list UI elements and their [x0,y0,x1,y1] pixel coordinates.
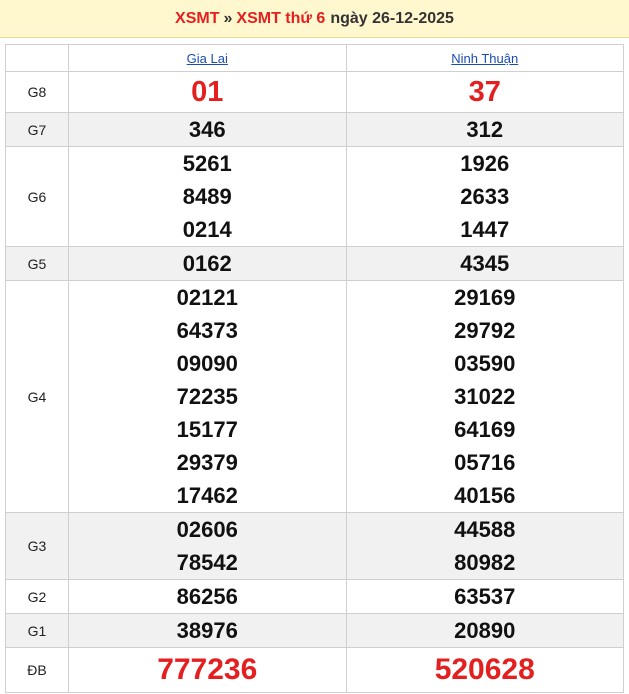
prize-number: 78542 [176,550,238,575]
prize-cell-ninh-thuan: 312 [345,112,624,147]
prize-label: G6 [5,146,69,247]
prize-row-g2: G2 86256 63537 [5,579,624,614]
prize-number: 312 [466,117,504,142]
prize-number: 64169 [454,417,516,442]
prize-number: 02121 [176,285,238,310]
prize-number: 5261 [182,151,232,176]
prize-cell-gia-lai: 38976 [68,613,347,648]
prize-label: G7 [5,112,69,147]
prize-cell-ninh-thuan: 37 [345,71,624,113]
col-header-ninh-thuan: Ninh Thuận [345,44,624,72]
breadcrumb-separator: » [223,9,233,27]
prize-number: 1447 [460,217,510,242]
prize-number: 2633 [460,184,510,209]
prize-number: 20890 [454,618,516,643]
prize-number: 80982 [454,550,516,575]
prize-label: G5 [5,246,69,281]
prize-row-g5: G5 0162 4345 [5,246,624,281]
prize-cell-gia-lai: 346 [68,112,347,147]
prize-number: 29379 [176,450,238,475]
prize-number: 0214 [182,217,232,242]
prize-cell-gia-lai: 01 [68,71,347,113]
prize-number: 63537 [454,584,516,609]
prize-label: G3 [5,512,69,580]
prize-row-g1: G1 38976 20890 [5,613,624,648]
prize-number: 0162 [182,251,232,276]
draw-date: ngày 26-12-2025 [330,9,454,27]
prize-label: G1 [5,613,69,648]
prize-cell-gia-lai: 777236 [68,647,347,693]
prize-cell-gia-lai: 86256 [68,579,347,614]
prize-number: 38976 [176,618,238,643]
prize-number: 17462 [176,483,238,508]
prize-row-db: ĐB 777236 520628 [5,647,624,693]
col-header-gia-lai: Gia Lai [68,44,347,72]
prize-cell-gia-lai: 02121 64373 09090 72235 15177 29379 17462 [68,280,347,513]
prize-cell-ninh-thuan: 29169 29792 03590 31022 64169 05716 40156 [345,280,624,513]
page-header: XSMT » XSMT thứ 6 ngày 26-12-2025 [0,0,629,38]
prize-number: 44588 [454,517,516,542]
prize-number: 37 [468,76,501,108]
prize-number: 02606 [176,517,238,542]
prize-row-g6: G6 5261 8489 0214 1926 2633 1447 [5,146,624,247]
prize-cell-ninh-thuan: 520628 [345,647,624,693]
prize-cell-gia-lai: 02606 78542 [68,512,347,580]
prize-number: 03590 [454,351,516,376]
prize-cell-ninh-thuan: 20890 [345,613,624,648]
prize-number: 64373 [176,318,238,343]
prize-label: G4 [5,280,69,513]
xsmt-thu6-link[interactable]: XSMT thứ 6 [236,10,325,28]
prize-number: 4345 [460,251,510,276]
prize-cell-gia-lai: 0162 [68,246,347,281]
prize-number: 09090 [176,351,238,376]
prize-cell-ninh-thuan: 4345 [345,246,624,281]
prize-label: G8 [5,71,69,113]
prize-number: 29169 [454,285,516,310]
prize-row-g4: G4 02121 64373 09090 72235 15177 29379 17462 291… [5,280,624,513]
prize-number: 72235 [176,384,238,409]
prize-number: 777236 [157,653,258,686]
prize-number: 520628 [434,653,535,686]
prize-cell-ninh-thuan: 63537 [345,579,624,614]
xsmt-link[interactable]: XSMT [175,10,219,28]
prize-number: 86256 [176,584,238,609]
province-link-ninh-thuan[interactable]: Ninh Thuận [451,51,518,66]
prize-number: 05716 [454,450,516,475]
prize-cell-ninh-thuan: 44588 80982 [345,512,624,580]
prize-number: 29792 [454,318,516,343]
prize-number: 31022 [454,384,516,409]
prize-number: 15177 [176,417,238,442]
prize-row-g7: G7 346 312 [5,112,624,147]
prize-number: 01 [191,76,224,108]
table-header-row: Gia Lai Ninh Thuận [5,44,624,72]
prize-row-g3: G3 02606 78542 44588 80982 [5,512,624,580]
prize-cell-gia-lai: 5261 8489 0214 [68,146,347,247]
prize-number: 346 [188,117,226,142]
prize-number: 1926 [460,151,510,176]
prize-label: G2 [5,579,69,614]
prize-number: 40156 [454,483,516,508]
results-table: Gia Lai Ninh Thuận G8 01 37 G7 346 312 G6 5261 8… [5,44,624,693]
header-corner [5,44,69,72]
province-link-gia-lai[interactable]: Gia Lai [187,51,228,66]
prize-cell-ninh-thuan: 1926 2633 1447 [345,146,624,247]
prize-row-g8: G8 01 37 [5,71,624,113]
prize-label: ĐB [5,647,69,693]
prize-number: 8489 [182,184,232,209]
